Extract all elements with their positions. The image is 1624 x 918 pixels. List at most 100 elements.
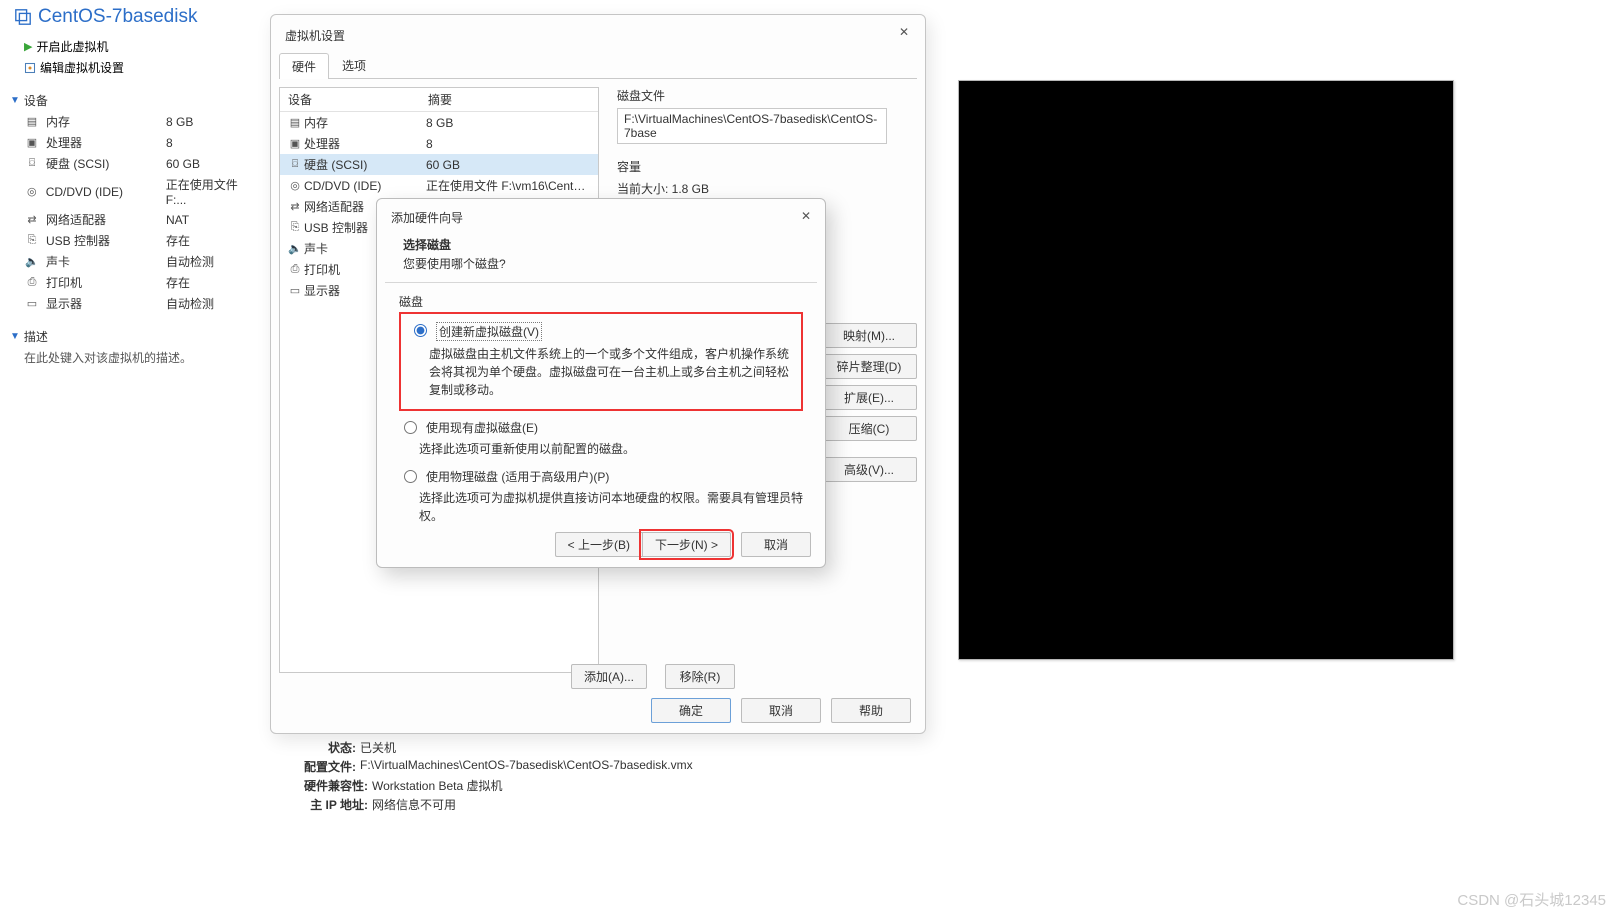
disk-group-label: 磁盘	[399, 293, 803, 310]
close-button[interactable]: ✕	[891, 21, 917, 43]
device-label: 声卡	[46, 253, 166, 270]
devices-section-label: 设备	[24, 92, 48, 109]
help-button[interactable]: 帮助	[831, 698, 911, 723]
power-on-action[interactable]: ▶ 开启此虚拟机	[24, 36, 260, 57]
hardware-label: 处理器	[304, 135, 426, 152]
hdd-icon: ⌼	[286, 158, 304, 171]
tab-hardware[interactable]: 硬件	[279, 53, 329, 79]
settings-dialog-title-text: 虚拟机设置	[285, 29, 345, 43]
vm-preview	[958, 80, 1454, 660]
description-hint[interactable]: 在此处键入对该虚拟机的描述。	[10, 349, 260, 366]
device-row-usb[interactable]: ⎘USB 控制器存在	[10, 230, 260, 251]
disp-icon: ▭	[286, 284, 304, 297]
net-icon: ⇄	[286, 200, 304, 213]
device-list: ▤内存8 GB ▣ 处理器8 ⌼ 硬盘 (SCSI)60 GB ◎ CD/DVD (IDE)…	[10, 111, 260, 314]
devices-section-header[interactable]: ▼ 设备	[10, 92, 260, 109]
edit-settings-action[interactable]: 编辑虚拟机设置	[24, 57, 260, 78]
device-row-cpu[interactable]: ▣ 处理器8	[10, 132, 260, 153]
disk-file-value[interactable]: F:\VirtualMachines\CentOS-7basedisk\Cent…	[617, 108, 887, 144]
radio-physical-disk[interactable]	[404, 470, 417, 483]
device-row-hdd[interactable]: ⌼ 硬盘 (SCSI)60 GB	[10, 153, 260, 174]
option-physical-desc: 选择此选项可为虚拟机提供直接访问本地硬盘的权限。需要具有管理员特权。	[399, 487, 803, 533]
hardware-label: CD/DVD (IDE)	[304, 179, 426, 193]
device-value: 60 GB	[166, 157, 200, 171]
radio-create-new-disk[interactable]	[414, 324, 427, 337]
ok-button[interactable]: 确定	[651, 698, 731, 723]
option-create-new-disk[interactable]: 创建新虚拟磁盘(V)	[409, 320, 793, 343]
vm-status: 状态:已关机 配置文件:F:\VirtualMachines\CentOS-7b…	[290, 738, 693, 814]
device-label: CD/DVD (IDE)	[46, 185, 166, 199]
ip-value: 网络信息不可用	[372, 796, 456, 813]
map-button[interactable]: 映射(M)...	[821, 323, 917, 348]
col-summary: 摘要	[428, 91, 452, 108]
description-section-label: 描述	[24, 328, 48, 345]
cancel-button[interactable]: 取消	[741, 698, 821, 723]
mem-icon: ▤	[286, 116, 304, 129]
net-icon: ⇄	[24, 213, 40, 226]
caret-down-icon: ▼	[10, 95, 20, 106]
hardware-row-cd[interactable]: ◎CD/DVD (IDE)正在使用文件 F:\vm16\CentOS...	[280, 175, 598, 196]
col-device: 设备	[288, 91, 428, 108]
usb-icon: ⎘	[286, 221, 304, 234]
tab-options[interactable]: 选项	[329, 52, 379, 78]
device-label: 网络适配器	[46, 211, 166, 228]
hardware-list-header: 设备 摘要	[280, 88, 598, 112]
disk-file-label: 磁盘文件	[617, 87, 911, 104]
device-value: 8	[166, 136, 173, 150]
defrag-button[interactable]: 碎片整理(D)	[821, 354, 917, 379]
close-button[interactable]: ✕	[793, 205, 819, 227]
vm-icon	[14, 8, 32, 26]
hardware-row-mem[interactable]: ▤内存8 GB	[280, 112, 598, 133]
device-row-prn[interactable]: ⎙ 打印机存在	[10, 272, 260, 293]
remove-hardware-button[interactable]: 移除(R)	[665, 664, 735, 689]
description-section-header[interactable]: ▼ 描述	[10, 328, 260, 345]
cpu-icon: ▣	[24, 136, 40, 149]
cancel-button[interactable]: 取消	[741, 532, 811, 557]
device-row-net[interactable]: ⇄网络适配器NAT	[10, 209, 260, 230]
add-hardware-wizard: 添加硬件向导 ✕ 选择磁盘 您要使用哪个磁盘? 磁盘 创建新虚拟磁盘(V) 虚拟…	[376, 198, 826, 568]
config-value: F:\VirtualMachines\CentOS-7basedisk\Cent…	[360, 758, 693, 775]
device-row-disp[interactable]: ▭显示器自动检测	[10, 293, 260, 314]
expand-button[interactable]: 扩展(E)...	[821, 385, 917, 410]
device-label: USB 控制器	[46, 232, 166, 249]
radio-existing-disk[interactable]	[404, 421, 417, 434]
hardware-value: 8 GB	[426, 116, 592, 130]
hdd-icon: ⌼	[24, 157, 40, 170]
hardware-row-cpu[interactable]: ▣处理器8	[280, 133, 598, 154]
cd-icon: ◎	[24, 185, 40, 198]
option-existing-label: 使用现有虚拟磁盘(E)	[426, 419, 538, 436]
device-row-mem[interactable]: ▤内存8 GB	[10, 111, 260, 132]
vm-title: CentOS-7basedisk	[10, 2, 260, 36]
state-key: 状态:	[290, 739, 356, 756]
compat-value: Workstation Beta 虚拟机	[372, 777, 503, 794]
option-existing-desc: 选择此选项可重新使用以前配置的磁盘。	[399, 438, 803, 466]
device-value: 8 GB	[166, 115, 193, 129]
device-label: 显示器	[46, 295, 166, 312]
wizard-title-bar: 添加硬件向导 ✕	[377, 199, 825, 232]
option-create-desc: 虚拟磁盘由主机文件系统上的一个或多个文件组成，客户机操作系统会将其视为单个硬盘。…	[409, 343, 793, 407]
advanced-button[interactable]: 高级(V)...	[821, 457, 917, 482]
add-hardware-button[interactable]: 添加(A)...	[571, 664, 647, 689]
back-button[interactable]: < 上一步(B)	[555, 532, 642, 557]
prn-icon: ⎙	[24, 276, 40, 289]
prn-icon: ⎙	[286, 263, 304, 276]
device-label: 处理器	[46, 134, 166, 151]
option-physical-disk[interactable]: 使用物理磁盘 (适用于高级用户)(P)	[399, 466, 803, 487]
device-label: 打印机	[46, 274, 166, 291]
device-label: 内存	[46, 113, 166, 130]
device-label: 硬盘 (SCSI)	[46, 155, 166, 172]
wrench-icon	[24, 62, 36, 74]
device-row-cd[interactable]: ◎CD/DVD (IDE)正在使用文件 F:...	[10, 174, 260, 209]
next-button[interactable]: 下一步(N) >	[642, 532, 731, 557]
device-row-snd[interactable]: 🔈声卡自动检测	[10, 251, 260, 272]
hardware-row-hdd[interactable]: ⌼硬盘 (SCSI)60 GB	[280, 154, 598, 175]
option-existing-disk[interactable]: 使用现有虚拟磁盘(E)	[399, 417, 803, 438]
compact-button[interactable]: 压缩(C)	[821, 416, 917, 441]
wizard-title: 添加硬件向导	[391, 211, 463, 225]
hardware-label: 内存	[304, 114, 426, 131]
capacity-label: 容量	[617, 158, 911, 175]
caret-down-icon: ▼	[10, 331, 20, 342]
device-value: 存在	[166, 274, 190, 291]
power-on-label: 开启此虚拟机	[36, 38, 108, 55]
wizard-subheading: 您要使用哪个磁盘?	[403, 255, 799, 272]
